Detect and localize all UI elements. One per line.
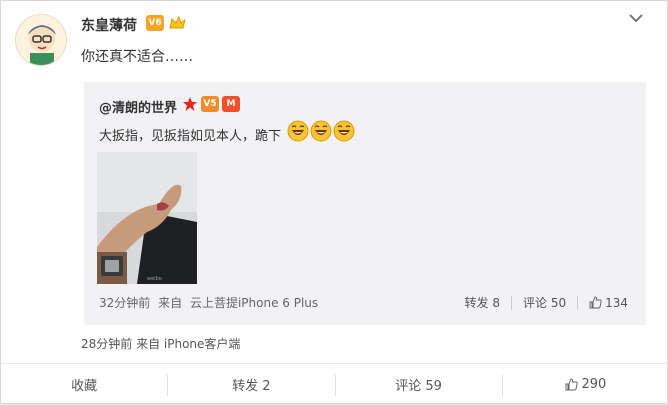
user-avatar[interactable] (15, 14, 67, 66)
divider (577, 295, 579, 310)
member-badge-icon[interactable]: M (222, 96, 240, 112)
like-count: 290 (581, 377, 607, 392)
repost-username[interactable]: @清朗的世界 (99, 97, 177, 116)
forward-button[interactable]: 转发 2 (168, 373, 336, 396)
like-button[interactable]: 290 (503, 374, 668, 396)
thumbs-up-icon (565, 378, 579, 391)
favorite-button[interactable]: 收藏 (1, 373, 169, 396)
action-bar: 收藏 转发 2 评论 59 290 (1, 363, 668, 405)
crown-badge-icon[interactable] (167, 14, 187, 32)
emoji-row (287, 120, 355, 142)
repost-meta: 32分钟前 来自 云上菩提iPhone 6 Plus (99, 294, 318, 311)
user-badges: V6 (146, 14, 187, 32)
repost-block: @清朗的世界 V5 M 大扳指，见扳指如见本人，跪下 weibo 32分钟前 来… (84, 82, 646, 325)
chevron-down-icon[interactable] (629, 13, 643, 23)
svg-text:weibo: weibo (147, 276, 162, 282)
comment-button[interactable]: 评论 59 (336, 373, 503, 396)
post-username[interactable]: 东皇薄荷 (81, 15, 137, 35)
post-meta: 28分钟前 来自 iPhone客户端 (81, 337, 241, 351)
favorite-label: 收藏 (71, 379, 98, 394)
forward-label: 转发 2 (232, 379, 271, 394)
divider (511, 295, 512, 310)
post-text: 你还真不适合…… (81, 49, 193, 65)
repost-like-count: 134 (605, 295, 628, 310)
attached-photo[interactable]: weibo (97, 152, 197, 284)
laughing-emoji-icon (310, 120, 332, 142)
repost-forward-button[interactable]: 转发 8 (465, 294, 500, 311)
red-star-icon (183, 97, 197, 111)
repost-user-badges: V5 M (182, 96, 240, 112)
laughing-emoji-icon (333, 120, 355, 142)
weibo-post-card: 东皇薄荷 V6 你还真不适合…… @清朗的世界 V5 M 大扳指，见扳指如见本人… (0, 0, 668, 404)
vip-badge-icon[interactable]: V6 (146, 15, 164, 31)
repost-comment-button[interactable]: 评论 50 (523, 294, 566, 311)
repost-source[interactable]: 云上菩提iPhone 6 Plus (190, 296, 318, 310)
repost-actions: 转发 8 评论 50 134 (465, 294, 628, 311)
repost-text: 大扳指，见扳指如见本人，跪下 (99, 129, 282, 144)
vip-badge-icon[interactable]: V5 (201, 96, 219, 112)
comment-label: 评论 59 (395, 379, 442, 394)
repost-like-button[interactable]: 134 (589, 296, 628, 310)
repost-source-prefix: 来自 (158, 296, 183, 310)
laughing-emoji-icon (287, 120, 309, 142)
thumbs-up-icon (589, 296, 602, 309)
repost-time[interactable]: 32分钟前 (99, 296, 150, 310)
